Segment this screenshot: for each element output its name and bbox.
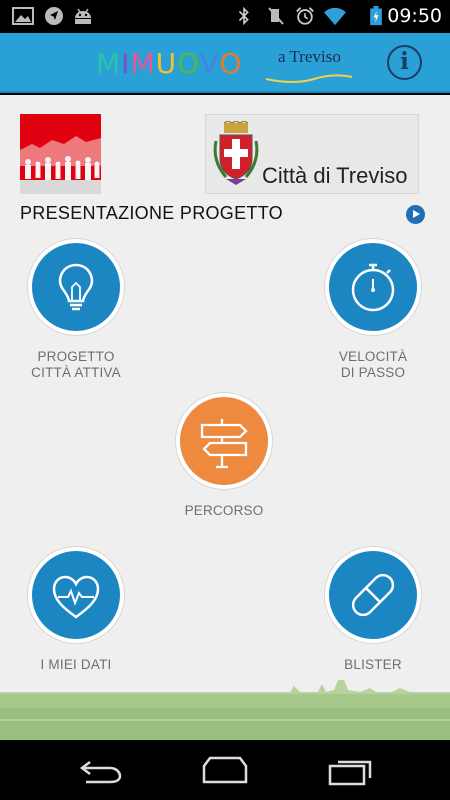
bluetooth-icon (238, 6, 249, 26)
lightbulb-icon (58, 263, 94, 311)
app-logo-text: MIMUOVO (96, 47, 242, 80)
city-name: Città di Treviso (262, 163, 408, 188)
main-content: Città di Treviso PRESENTAZIONE PROGETTO … (0, 95, 450, 740)
menu-i-miei-dati[interactable]: I MIEI DATI (0, 547, 156, 673)
home-icon[interactable] (200, 754, 250, 786)
stopwatch-icon (351, 263, 395, 312)
progetto-label: PROGETTO CITTÀ ATTIVA (31, 349, 121, 380)
menu-progetto-citta-attiva[interactable]: PROGETTO CITTÀ ATTIVA (0, 239, 156, 381)
blister-circle-button[interactable] (325, 547, 421, 643)
dati-label: I MIEI DATI (40, 657, 112, 672)
menu-blister[interactable]: BLISTER (293, 547, 450, 673)
logo-underline-decoration (265, 74, 353, 83)
battery-charging-icon (370, 6, 382, 26)
back-icon[interactable] (76, 754, 126, 786)
logo-letter: M (96, 47, 122, 80)
mute-icon (268, 7, 284, 25)
dati-circle-button[interactable] (28, 547, 124, 643)
logo-letter: O (177, 47, 200, 80)
presentation-link[interactable]: PRESENTAZIONE PROGETTO (20, 203, 425, 227)
treviso-coat-of-arms-icon (213, 121, 259, 185)
navigation-icon (45, 7, 63, 25)
blister-label: BLISTER (344, 657, 402, 672)
treviso-skyline-decoration (0, 680, 450, 740)
logo-letter: M (130, 47, 156, 80)
info-button[interactable]: i (387, 45, 422, 80)
app-logo-subtitle: a Treviso (278, 47, 341, 66)
wifi-icon (324, 7, 346, 26)
status-time: 09:50 (387, 5, 442, 27)
recent-apps-icon[interactable] (326, 754, 376, 786)
info-icon: i (400, 48, 409, 75)
menu-percorso[interactable]: PERCORSO (144, 393, 304, 519)
community-illustration (20, 114, 101, 194)
percorso-label: PERCORSO (184, 503, 264, 518)
heartbeat-icon (52, 575, 100, 619)
percorso-circle-button[interactable] (176, 393, 272, 489)
velocita-label: VELOCITÀ DI PASSO (338, 349, 408, 380)
treviso-community-logo[interactable] (20, 114, 101, 194)
android-icon (75, 8, 91, 24)
navigation-bar (0, 740, 450, 800)
app-header: MIMUOVO a Treviso i (0, 33, 450, 93)
presentation-label: PRESENTAZIONE PROGETTO (20, 203, 283, 223)
play-icon[interactable] (406, 205, 425, 224)
gallery-icon (12, 7, 34, 25)
velocita-circle-button[interactable] (325, 239, 421, 335)
citta-di-treviso-logo[interactable]: Città di Treviso (205, 114, 419, 194)
status-bar: 09:50 (0, 0, 450, 33)
pill-icon (351, 573, 395, 617)
logo-letter: O (219, 47, 243, 80)
logo-letter: U (155, 47, 178, 80)
progetto-circle-button[interactable] (28, 239, 124, 335)
menu-velocita-di-passo[interactable]: VELOCITÀ DI PASSO (293, 239, 450, 381)
logo-letter: V (199, 47, 220, 80)
alarm-icon (296, 7, 314, 25)
signpost-icon (200, 419, 248, 469)
